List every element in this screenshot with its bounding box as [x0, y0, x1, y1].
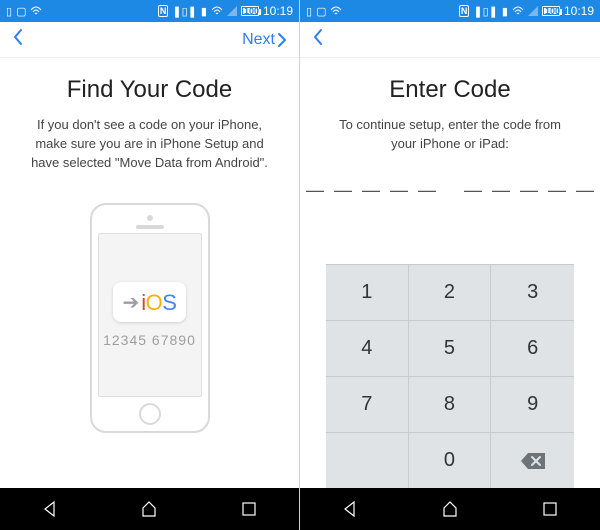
sim-icon: ▮ — [502, 5, 508, 18]
page-subtitle: To continue setup, enter the code from y… — [326, 116, 574, 154]
key-blank — [326, 432, 409, 488]
android-recents-button[interactable] — [229, 489, 269, 529]
wifi-icon — [30, 6, 42, 16]
portrait-lock-icon: ▯ — [6, 5, 12, 18]
screen-find-your-code: ▯ ▢ N ❚▯❚ ▮ 100 10:19 Next — [0, 0, 300, 530]
cell-signal-icon — [227, 6, 237, 16]
android-nav-bar — [300, 488, 600, 530]
portrait-lock-icon: ▯ — [306, 5, 312, 18]
code-slot: — — [491, 180, 511, 201]
vibrate-icon: ❚▯❚ — [473, 5, 498, 18]
code-input[interactable]: — — — — — — — — — — — [305, 180, 595, 201]
code-slot: — — [361, 180, 381, 201]
android-nav-bar — [0, 488, 299, 530]
android-status-bar: ▯ ▢ N ❚▯❚ ▮ 100 10:19 — [300, 0, 600, 22]
screen-enter-code: ▯ ▢ N ❚▯❚ ▮ 100 10:19 En — [300, 0, 600, 530]
battery-icon: 100 — [241, 6, 259, 16]
chevron-right-icon — [277, 32, 287, 48]
status-time: 10:19 — [263, 4, 293, 18]
code-slot: — — [333, 180, 353, 201]
code-slot: — — [463, 180, 483, 201]
cell-signal-icon — [528, 6, 538, 16]
android-status-bar: ▯ ▢ N ❚▯❚ ▮ 100 10:19 — [0, 0, 299, 22]
vibrate-icon: ❚▯❚ — [172, 5, 197, 18]
iphone-illustration: ➔ iOS 12345 67890 — [90, 203, 210, 433]
android-recents-button[interactable] — [530, 489, 570, 529]
key-0[interactable]: 0 — [409, 432, 492, 488]
page-title: Find Your Code — [67, 76, 232, 104]
code-slot: — — [389, 180, 409, 201]
key-3[interactable]: 3 — [491, 264, 574, 320]
code-slot: — — [305, 180, 325, 201]
navbar — [300, 22, 600, 58]
content-area: Find Your Code If you don't see a code o… — [0, 58, 299, 488]
key-9[interactable]: 9 — [491, 376, 574, 432]
code-slot: — — [417, 180, 437, 201]
page-title: Enter Code — [389, 76, 510, 104]
backspace-icon — [520, 452, 546, 470]
code-slot: — — [519, 180, 539, 201]
key-5[interactable]: 5 — [409, 320, 492, 376]
android-back-button[interactable] — [30, 489, 70, 529]
android-back-button[interactable] — [330, 489, 370, 529]
arrow-right-icon: ➔ — [123, 290, 140, 315]
android-home-button[interactable] — [430, 489, 470, 529]
status-time: 10:19 — [564, 4, 594, 18]
content-area: Enter Code To continue setup, enter the … — [300, 58, 600, 488]
code-slot: — — [547, 180, 567, 201]
key-backspace[interactable] — [491, 432, 574, 488]
home-button-icon — [139, 403, 161, 425]
back-button[interactable] — [312, 28, 324, 52]
move-to-ios-icon: ➔ iOS — [113, 282, 187, 322]
ios-logo-text: iOS — [141, 290, 176, 316]
key-2[interactable]: 2 — [409, 264, 492, 320]
key-4[interactable]: 4 — [326, 320, 409, 376]
page-subtitle: If you don't see a code on your iPhone, … — [26, 116, 273, 173]
android-home-button[interactable] — [129, 489, 169, 529]
wifi-icon — [330, 6, 342, 16]
nfc-icon: N — [459, 5, 470, 17]
sim-icon: ▮ — [201, 5, 207, 18]
code-slot: — — [575, 180, 595, 201]
key-1[interactable]: 1 — [326, 264, 409, 320]
next-button[interactable]: Next — [242, 31, 287, 49]
wifi-signal-icon — [211, 6, 223, 16]
gallery-icon: ▢ — [316, 5, 326, 18]
back-button[interactable] — [12, 28, 24, 52]
key-6[interactable]: 6 — [491, 320, 574, 376]
numeric-keypad: 1 2 3 4 5 6 7 8 9 0 — [326, 264, 574, 488]
wifi-signal-icon — [512, 6, 524, 16]
sample-code-text: 12345 67890 — [103, 332, 196, 348]
next-button-label: Next — [242, 31, 275, 49]
nfc-icon: N — [158, 5, 169, 17]
key-8[interactable]: 8 — [409, 376, 492, 432]
key-7[interactable]: 7 — [326, 376, 409, 432]
gallery-icon: ▢ — [16, 5, 26, 18]
navbar: Next — [0, 22, 299, 58]
battery-icon: 100 — [542, 6, 560, 16]
